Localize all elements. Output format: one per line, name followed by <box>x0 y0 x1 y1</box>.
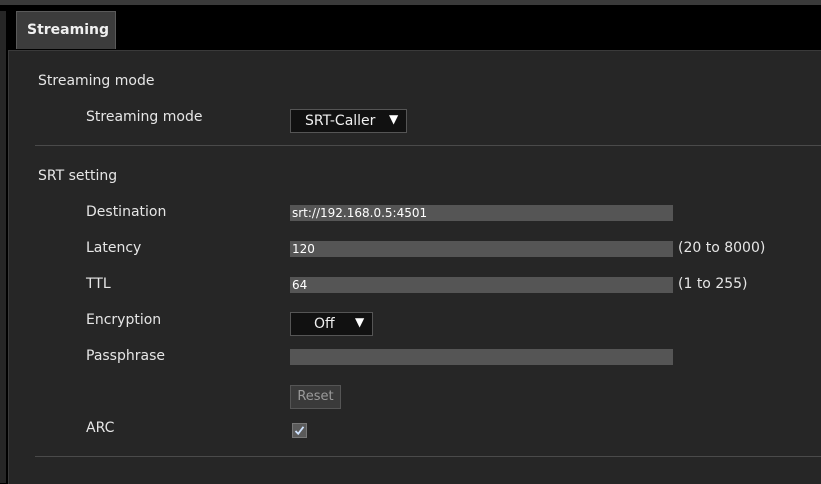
arc-label: ARC <box>86 420 115 436</box>
ttl-label: TTL <box>86 276 111 292</box>
destination-input[interactable]: srt://192.168.0.5:4501 <box>290 205 673 221</box>
encryption-value: Off <box>314 316 335 332</box>
streaming-mode-select[interactable]: SRT-Caller ▼ <box>290 109 407 133</box>
tab-streaming[interactable]: Streaming <box>16 11 116 49</box>
arc-checkbox[interactable] <box>292 423 307 438</box>
destination-label: Destination <box>86 204 167 220</box>
section-title-srt-setting: SRT setting <box>38 168 118 184</box>
triangle-down-icon: ▼ <box>389 112 399 126</box>
passphrase-label: Passphrase <box>86 348 165 364</box>
divider <box>35 145 821 146</box>
latency-label: Latency <box>86 240 142 256</box>
divider <box>35 456 821 457</box>
encryption-label: Encryption <box>86 312 162 328</box>
settings-panel: Streaming mode Streaming mode SRT-Caller… <box>8 50 821 484</box>
streaming-mode-value: SRT-Caller <box>305 113 376 129</box>
reset-button[interactable]: Reset <box>290 385 341 409</box>
streaming-mode-label: Streaming mode <box>86 109 203 125</box>
passphrase-input[interactable] <box>290 349 673 365</box>
section-title-streaming-mode: Streaming mode <box>38 73 155 89</box>
left-edge <box>0 11 6 483</box>
latency-range: (20 to 8000) <box>678 240 766 256</box>
triangle-down-icon: ▼ <box>355 315 365 329</box>
ttl-input[interactable]: 64 <box>290 277 673 293</box>
ttl-range: (1 to 255) <box>678 276 748 292</box>
encryption-select[interactable]: Off ▼ <box>290 312 373 336</box>
top-bar <box>0 0 821 5</box>
latency-input[interactable]: 120 <box>290 241 673 257</box>
checkmark-icon <box>294 426 305 436</box>
